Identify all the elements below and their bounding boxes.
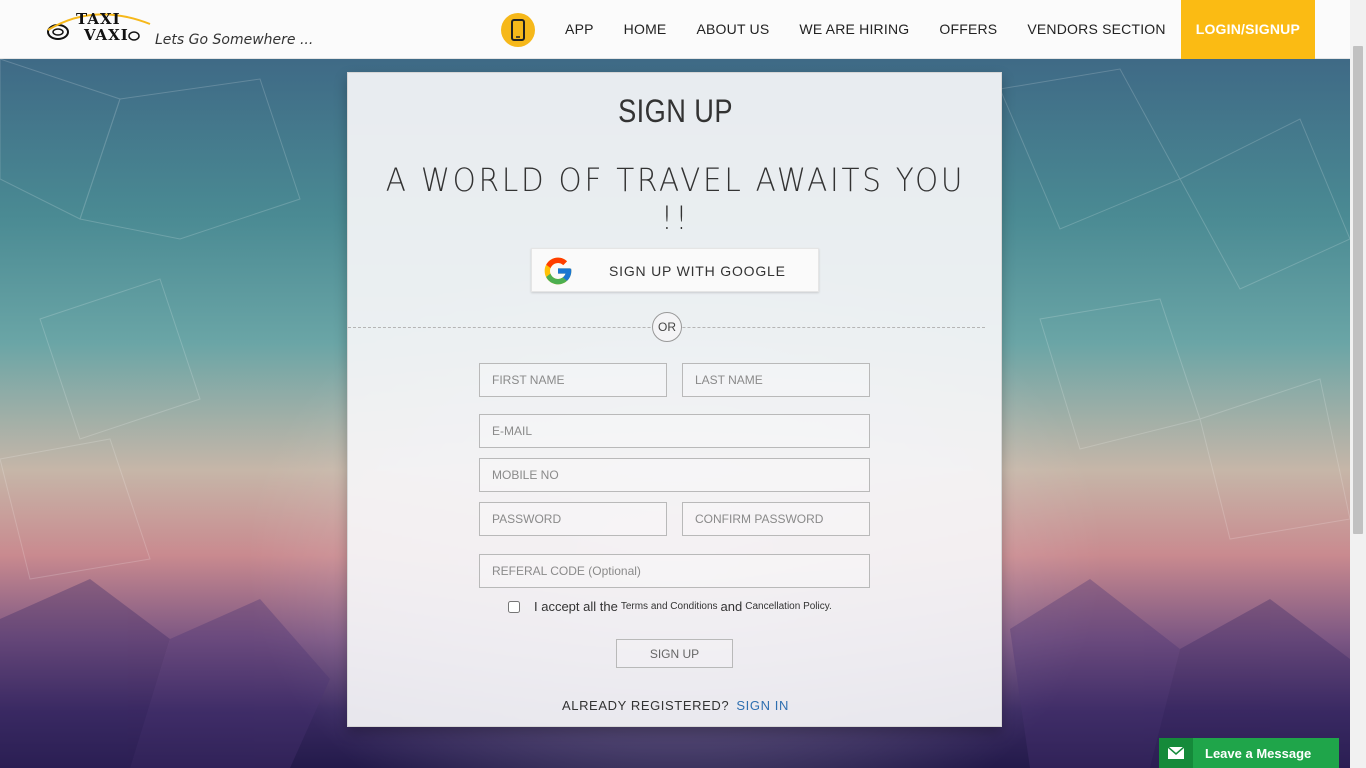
google-signup-label: SIGN UP WITH GOOGLE <box>609 263 786 279</box>
nav-vendors-section[interactable]: VENDORS SECTION <box>1012 0 1180 59</box>
confirm-password-input[interactable] <box>682 502 870 536</box>
signup-submit-button[interactable]: SIGN UP <box>616 639 733 668</box>
email-input[interactable] <box>479 414 870 448</box>
taxivaxi-logo[interactable]: TAXI VAXI <box>44 8 154 50</box>
scrollbar-thumb[interactable] <box>1353 46 1363 534</box>
password-input[interactable] <box>479 502 667 536</box>
nav-offers[interactable]: OFFERS <box>924 0 1012 59</box>
signup-card: SIGN UP A WORLD OF TRAVEL AWAITS YOU !! … <box>347 72 1002 727</box>
google-icon <box>544 257 572 285</box>
referral-code-input[interactable] <box>479 554 870 588</box>
page-subtitle: A WORLD OF TRAVEL AWAITS YOU !! <box>385 161 966 237</box>
site-header: TAXI VAXI Lets Go Somewhere ... APP HOME… <box>0 0 1350 59</box>
nav-we-are-hiring[interactable]: WE ARE HIRING <box>784 0 924 59</box>
terms-checkbox[interactable] <box>508 600 520 613</box>
envelope-icon <box>1159 738 1193 768</box>
mobile-input[interactable] <box>479 458 870 492</box>
mobile-phone-icon[interactable] <box>501 12 536 47</box>
sign-in-link[interactable]: SIGN IN <box>736 698 789 713</box>
terms-link[interactable]: Terms and Conditions <box>621 601 718 612</box>
nav-app[interactable]: APP <box>550 0 609 59</box>
terms-and: and <box>720 599 743 614</box>
leave-message-button[interactable]: Leave a Message <box>1159 738 1339 768</box>
page-scrollbar[interactable] <box>1350 0 1366 768</box>
first-name-input[interactable] <box>479 363 667 397</box>
google-signup-button[interactable]: SIGN UP WITH GOOGLE <box>531 248 819 292</box>
nav-about-us[interactable]: ABOUT US <box>681 0 784 59</box>
main-nav: APP HOME ABOUT US WE ARE HIRING OFFERS V… <box>501 0 1315 59</box>
nav-home[interactable]: HOME <box>609 0 682 59</box>
or-separator: OR <box>652 312 682 342</box>
cancellation-policy-link[interactable]: Cancellation Policy. <box>745 601 832 612</box>
tagline: Lets Go Somewhere ... <box>155 32 314 48</box>
terms-row: I accept all the Terms and Conditions an… <box>508 599 835 614</box>
last-name-input[interactable] <box>682 363 870 397</box>
already-registered-row: ALREADY REGISTERED? SIGN IN <box>348 698 1003 713</box>
nav-login-signup[interactable]: LOGIN/SIGNUP <box>1180 0 1315 59</box>
logo-text-line2: VAXI <box>84 26 129 44</box>
already-registered-label: ALREADY REGISTERED? <box>561 698 730 713</box>
leave-message-label: Leave a Message <box>1205 745 1312 761</box>
terms-prefix: I accept all the <box>534 599 618 614</box>
page-title: SIGN UP <box>618 93 733 129</box>
